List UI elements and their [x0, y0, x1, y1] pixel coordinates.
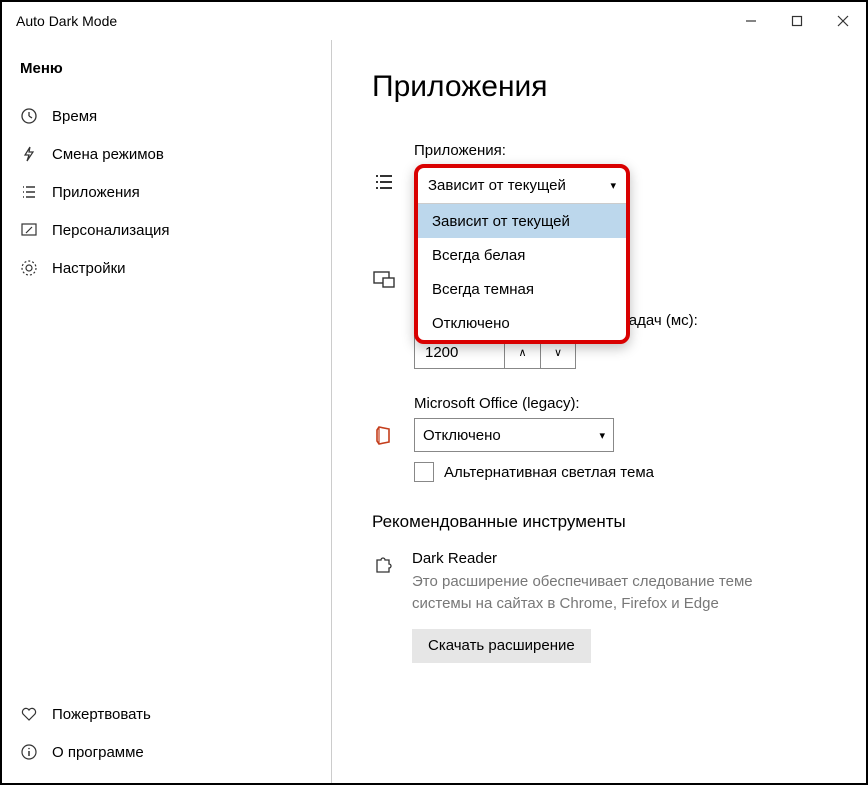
apps-combo[interactable]: Зависит от текущей ▾: [418, 168, 626, 204]
sidebar-item-about[interactable]: О программе: [2, 733, 331, 771]
window-title: Auto Dark Mode: [16, 13, 728, 29]
sidebar-item-label: Время: [52, 108, 97, 125]
office-combo-text: Отключено: [423, 427, 599, 444]
apps-combo-text: Зависит от текущей: [428, 177, 566, 194]
page-title: Приложения: [372, 70, 826, 104]
tools-section-title: Рекомендованные инструменты: [372, 512, 826, 532]
apps-row: Приложения: Зависит от текущей ▾ Зависит…: [372, 142, 826, 194]
tool-name: Dark Reader: [412, 550, 826, 567]
sidebar-header: Меню: [2, 60, 331, 97]
titlebar: Auto Dark Mode: [2, 2, 866, 40]
office-icon: [372, 423, 396, 447]
desktop-icon: [372, 268, 396, 292]
maximize-icon: [791, 15, 803, 27]
office-row: Microsoft Office (legacy): Отключено ▾ А…: [372, 395, 826, 482]
heart-icon: [20, 705, 38, 723]
alt-light-theme-checkbox[interactable]: [414, 462, 434, 482]
sidebar-item-label: Приложения: [52, 184, 140, 201]
close-icon: [837, 15, 849, 27]
apps-option-0[interactable]: Зависит от текущей: [418, 204, 626, 238]
tool-description: Это расширение обеспечивает следование т…: [412, 571, 772, 615]
lightning-icon: [20, 145, 38, 163]
alt-light-theme-label: Альтернативная светлая тема: [444, 464, 654, 481]
sidebar: Меню Время Смена режимов Приложения: [2, 40, 332, 783]
office-combo[interactable]: Отключено ▾: [414, 418, 614, 452]
app-window: Auto Dark Mode Меню Время Смена ре: [0, 0, 868, 785]
sidebar-item-modes[interactable]: Смена режимов: [2, 135, 331, 173]
sidebar-item-donate[interactable]: Пожертвовать: [2, 695, 331, 733]
sidebar-item-label: О программе: [52, 744, 144, 761]
apps-option-2[interactable]: Всегда темная: [418, 272, 626, 306]
sidebar-item-settings[interactable]: Настройки: [2, 249, 331, 287]
maximize-button[interactable]: [774, 2, 820, 40]
info-icon: [20, 743, 38, 761]
download-extension-button[interactable]: Скачать расширение: [412, 629, 591, 663]
puzzle-icon: [372, 552, 394, 579]
clock-icon: [20, 107, 38, 125]
chevron-down-icon: ▾: [599, 429, 605, 442]
list-icon: [372, 170, 396, 194]
apps-option-1[interactable]: Всегда белая: [418, 238, 626, 272]
sidebar-item-personalization[interactable]: Персонализация: [2, 211, 331, 249]
gear-icon: [20, 259, 38, 277]
apps-label: Приложения:: [414, 142, 826, 159]
minimize-icon: [745, 15, 757, 27]
sidebar-item-label: Настройки: [52, 260, 126, 277]
sidebar-item-apps[interactable]: Приложения: [2, 173, 331, 211]
chevron-down-icon: ▾: [610, 179, 616, 192]
tool-row: Dark Reader Это расширение обеспечивает …: [372, 550, 826, 663]
close-button[interactable]: [820, 2, 866, 40]
office-label: Microsoft Office (legacy):: [414, 395, 826, 412]
list-icon: [20, 183, 38, 201]
edit-icon: [20, 221, 38, 239]
sidebar-item-time[interactable]: Время: [2, 97, 331, 135]
sidebar-item-label: Пожертвовать: [52, 706, 151, 723]
apps-option-3[interactable]: Отключено: [418, 306, 626, 340]
sidebar-item-label: Персонализация: [52, 222, 170, 239]
minimize-button[interactable]: [728, 2, 774, 40]
sidebar-item-label: Смена режимов: [52, 146, 164, 163]
apps-dropdown-open: Зависит от текущей ▾ Зависит от текущей …: [414, 164, 630, 344]
main-content: Приложения Приложения: Зависит от текуще…: [332, 40, 866, 783]
